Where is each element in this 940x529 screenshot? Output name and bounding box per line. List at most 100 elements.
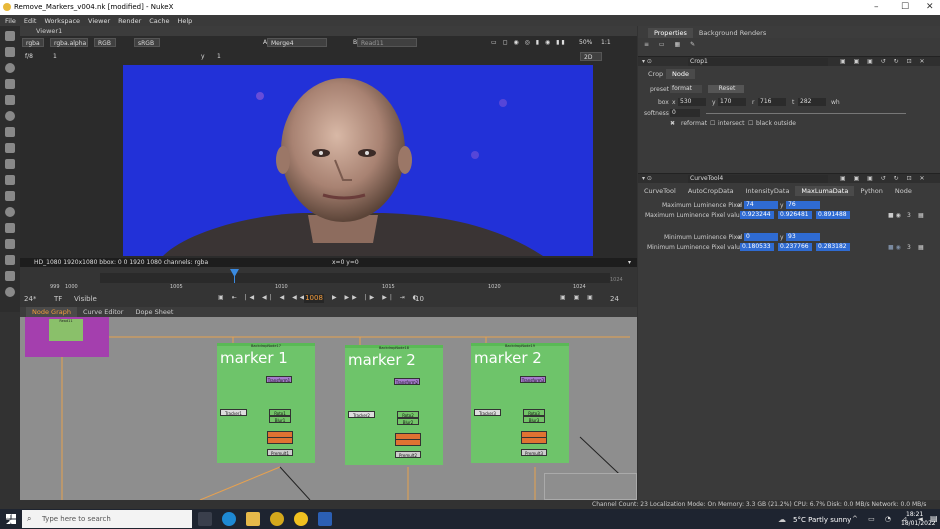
tracker-node[interactable]: Tracker1 <box>220 409 247 416</box>
viewer-toggle-icons[interactable]: ▭ ◻ ◉ ◎ ▮ ◉ ▮▮ <box>488 38 570 47</box>
minimize-button[interactable]: – <box>874 2 879 12</box>
transform-node[interactable]: Transform1 <box>266 376 292 383</box>
keyer-tool-icon[interactable] <box>5 127 15 137</box>
wh-button[interactable]: wh <box>831 99 840 106</box>
transform-node[interactable]: Transform3 <box>520 376 546 383</box>
tab-autocropdata[interactable]: AutoCropData <box>682 186 740 196</box>
proxy-select[interactable]: 1:1 <box>598 38 614 47</box>
close-button[interactable]: ✕ <box>926 2 934 12</box>
node-graph-panel[interactable]: Node Graph Curve Editor Dope Sheet Read1… <box>20 307 637 500</box>
tracker-node[interactable]: Tracker2 <box>348 411 375 418</box>
min-pixel-x-field[interactable]: 0 <box>744 233 778 241</box>
zoom-select[interactable]: 50% <box>576 38 595 47</box>
reset-button[interactable]: Reset <box>708 85 744 93</box>
playback-controls-right[interactable]: ▶ ▶▶ |▶ ▶| ⇥ ◐ <box>332 294 421 301</box>
max-pixel-x-field[interactable]: 74 <box>744 201 778 209</box>
step-field[interactable]: 10 <box>415 295 424 303</box>
transform-node[interactable]: Transform2 <box>394 378 420 385</box>
weather-text[interactable]: 5°C Partly sunny <box>793 516 851 524</box>
channel-tool-icon[interactable] <box>5 79 15 89</box>
color-tool-icon[interactable] <box>5 95 15 105</box>
view-mode-select[interactable]: 2D <box>580 52 602 61</box>
box-r-field[interactable]: 716 <box>758 98 786 106</box>
time-tool-icon[interactable] <box>5 63 15 73</box>
merge-tool-icon[interactable] <box>5 143 15 153</box>
softness-field[interactable]: 0 <box>670 109 700 117</box>
curvetool-header[interactable]: ▾ ⊙ CurveTool4 ▣ ▣ ▣ ↺ ↻ ⊡ ✕ <box>638 173 940 183</box>
clock-time[interactable]: 18:21 <box>906 511 923 518</box>
tab-properties[interactable]: Properties <box>648 28 693 38</box>
backdrop-marker-2a[interactable]: BackdropNode18 marker 2 Transform2 Track… <box>345 345 443 465</box>
edge-icon[interactable] <box>222 512 236 526</box>
roto-node[interactable]: Roto1 <box>269 409 291 416</box>
blur-node[interactable]: Blur1 <box>269 416 291 423</box>
roto-node[interactable]: Roto3 <box>523 409 545 416</box>
gain-field[interactable]: 1 <box>50 52 60 61</box>
tab-background-renders[interactable]: Background Renders <box>693 28 772 38</box>
tab-python[interactable]: Python <box>854 186 889 196</box>
input-a-select[interactable]: Merge4 <box>267 38 327 47</box>
input-b-select[interactable]: Read11 <box>357 38 417 47</box>
nuke-taskbar-icon-2[interactable] <box>294 512 308 526</box>
display-select[interactable]: sRGB <box>134 38 160 47</box>
colorspace-select[interactable]: RGB <box>94 38 116 47</box>
read-backdrop[interactable]: Read11 <box>25 317 109 357</box>
intersect-checkbox-icon[interactable]: ☐ <box>710 120 715 127</box>
tab-curvetool[interactable]: CurveTool <box>638 186 682 196</box>
channels-select[interactable]: rgba <box>22 38 44 47</box>
box-x-field[interactable]: 530 <box>678 98 706 106</box>
min-value-b[interactable]: 0.283182 <box>816 243 850 251</box>
timeline-range-icons[interactable]: ▣ ▣ ▣ <box>560 294 596 301</box>
max-pixel-y-field[interactable]: 76 <box>786 201 820 209</box>
word-icon[interactable] <box>318 512 332 526</box>
crop-header-buttons[interactable]: ▣ ▣ ▣ ↺ ↻ ⊡ ✕ <box>840 58 928 65</box>
transform-tool-icon[interactable] <box>5 159 15 169</box>
properties-toolbar-icons[interactable]: ≡ ▭ ▦ ✎ <box>644 41 699 48</box>
deep-tool-icon[interactable] <box>5 207 15 217</box>
merge-node-2[interactable] <box>267 437 293 444</box>
menu-help[interactable]: Help <box>177 17 192 25</box>
max-value-g[interactable]: 0.926481 <box>778 211 812 219</box>
other-tool-icon[interactable] <box>5 271 15 281</box>
metadata-tool-icon[interactable] <box>5 239 15 249</box>
playback-controls-left[interactable]: ▣ ⇤ |◀ ◀| ◀ ◀◀ <box>218 294 307 301</box>
max-anim-icon[interactable]: ▦ <box>918 212 924 219</box>
tf-select[interactable]: TF <box>54 295 62 303</box>
visible-select[interactable]: Visible <box>74 295 97 303</box>
menu-file[interactable]: File <box>5 17 16 25</box>
reformat-checkbox-icon[interactable]: ✖ <box>670 120 675 127</box>
nuke-taskbar-icon[interactable] <box>270 512 284 526</box>
windows-start-icon[interactable] <box>6 514 16 524</box>
tab-intensitydata[interactable]: IntensityData <box>740 186 796 196</box>
softness-slider[interactable] <box>706 113 906 114</box>
merge-node-2[interactable] <box>395 439 421 446</box>
menu-render[interactable]: Render <box>118 17 141 25</box>
curvetool-name-field[interactable]: CurveTool4 <box>688 175 828 183</box>
blur-node[interactable]: Blur2 <box>397 418 419 425</box>
3d-tool-icon[interactable] <box>5 175 15 185</box>
image-tool-icon[interactable] <box>5 31 15 41</box>
draw-tool-icon[interactable] <box>5 47 15 57</box>
tab-node-graph[interactable]: Node Graph <box>26 307 77 317</box>
frame-field[interactable]: f/8 <box>22 52 36 61</box>
views-tool-icon[interactable] <box>5 223 15 233</box>
curvetool-header-buttons[interactable]: ▣ ▣ ▣ ↺ ↻ ⊡ ✕ <box>840 175 928 182</box>
min-pixel-y-field[interactable]: 93 <box>786 233 820 241</box>
tab-dope-sheet[interactable]: Dope Sheet <box>129 307 179 317</box>
box-y-field[interactable]: 170 <box>718 98 746 106</box>
file-explorer-icon[interactable] <box>246 512 260 526</box>
crop-name-field[interactable]: Crop1 <box>688 58 828 66</box>
min-value-g[interactable]: 0.237766 <box>778 243 812 251</box>
preset-select[interactable]: format <box>670 85 702 93</box>
particles-tool-icon[interactable] <box>5 191 15 201</box>
filter-tool-icon[interactable] <box>5 111 15 121</box>
tab-crop-node[interactable]: Node <box>666 69 695 79</box>
task-view-icon[interactable] <box>198 512 212 526</box>
min-color-swatch-icon[interactable]: ■ ◉ <box>888 244 901 251</box>
gamma-field[interactable]: 1 <box>214 52 224 61</box>
curvetool-header-icons[interactable]: ▾ ⊙ <box>642 175 652 182</box>
tab-maxlumadata[interactable]: MaxLumaData <box>795 186 855 196</box>
notification-icon[interactable]: ▤ <box>930 514 938 523</box>
tracker-node[interactable]: Tracker3 <box>474 409 501 416</box>
merge-node-2[interactable] <box>521 437 547 444</box>
